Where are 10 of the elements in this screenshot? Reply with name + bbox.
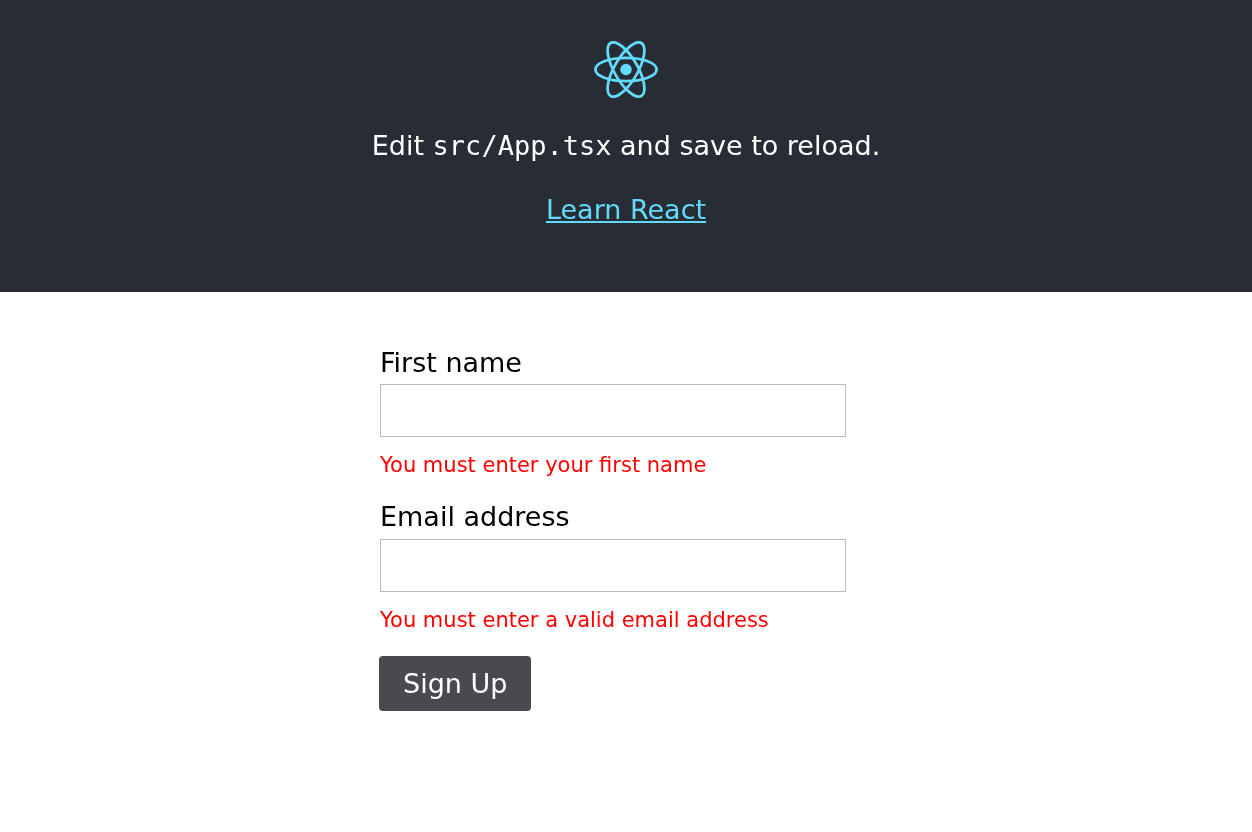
field-label: First name: [380, 347, 523, 380]
error-message: You must enter your first name: [380, 453, 708, 478]
sign-up-button[interactable]: Sign Up: [379, 655, 532, 711]
field-label: Email address: [380, 501, 571, 534]
input-field[interactable]: [380, 538, 846, 592]
input-field[interactable]: [380, 384, 846, 438]
instruction-text: Edit src/App.tsx and save to reload.: [371, 130, 881, 163]
learn-react-link[interactable]: Learn React: [545, 194, 707, 226]
atom-icon: [594, 41, 658, 98]
error-message: You must enter a valid email address: [380, 607, 770, 632]
